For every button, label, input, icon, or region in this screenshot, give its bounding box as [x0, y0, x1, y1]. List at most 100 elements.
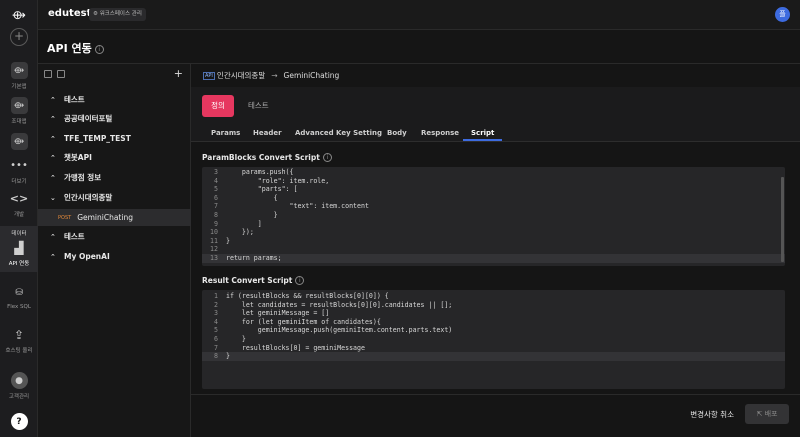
tree-item-label: 테스트: [64, 95, 85, 104]
code-text: geminiMessage.push(geminiItem.content.pa…: [226, 326, 453, 335]
rail-item-second-app[interactable]: ⟴ 조대앱: [0, 97, 38, 125]
duplicate-icon[interactable]: [57, 70, 65, 78]
api-tree-panel: + ⌃ 테스트 ⌃ 공공데이터포털 ⌃ TFE_TEMP_TEST ⌃ 챗봇API ⌃ 가…: [38, 63, 191, 437]
info-icon[interactable]: i: [94, 45, 104, 54]
rail-item-hosting[interactable]: ⇪ 호스팅 올리: [0, 326, 38, 355]
page-title-text: API 연동: [47, 42, 92, 55]
code-text: let geminiMessage = []: [226, 309, 330, 318]
tree-item[interactable]: ⌄ 인간시대의종말: [38, 188, 191, 207]
link-icon: ⟴: [10, 62, 28, 79]
tab-advanced-key-setting[interactable]: Advanced Key Setting: [295, 127, 382, 141]
upload-icon: ⇪: [13, 327, 25, 342]
tree-item[interactable]: ⌃ 가맹점 정보: [38, 168, 191, 187]
avatar[interactable]: 플: [775, 7, 790, 22]
code-icon: <>: [9, 192, 29, 205]
line-number: 6: [214, 334, 218, 343]
tree-item-label: TFE_TEMP_TEST: [64, 134, 131, 143]
rail-item-dev[interactable]: <> 개발: [0, 190, 38, 218]
tab-definition[interactable]: 정의: [202, 95, 234, 117]
rail-item-label: 기본앱: [11, 84, 27, 90]
code-line: 8 }: [202, 211, 785, 220]
param-script-title-text: ParamBlocks Convert Script: [202, 153, 320, 162]
tree-item[interactable]: ⌃ 챗봇API: [38, 148, 191, 167]
result-script-editor[interactable]: 1 if (resultBlocks && resultBlocks[0][0])…: [202, 290, 785, 389]
code-line: 3 let geminiMessage = []: [202, 309, 785, 318]
param-script-editor[interactable]: 3 params.push({4 "role": item.role, 5 "pa…: [202, 167, 785, 266]
rail-item-more[interactable]: ••• 더보기: [0, 157, 38, 185]
code-line: 12: [202, 245, 785, 254]
rail-item-api[interactable]: 데이터 ▟ API 연동: [0, 226, 38, 272]
tree-item-label: 인간시대의종말: [64, 193, 113, 202]
chevron-up-icon: ⌃: [50, 114, 56, 123]
code-lines: 3 params.push({4 "role": item.role, 5 "pa…: [202, 168, 785, 263]
line-number: 4: [214, 176, 218, 185]
code-text: {: [226, 193, 278, 202]
line-number: 11: [210, 236, 218, 245]
tree-sub-item-selected[interactable]: POST GeminiChating: [38, 209, 191, 226]
code-text: params.push({: [226, 168, 294, 176]
sql-icon: ⛁: [15, 287, 23, 298]
line-number: 7: [214, 343, 218, 352]
line-number: 4: [214, 317, 218, 326]
code-line: 10 });: [202, 228, 785, 237]
tab-header[interactable]: Header: [253, 127, 282, 141]
code-text: let candidates = resultBlocks[0][0].cand…: [226, 300, 453, 309]
external-link-icon: ⇱: [756, 410, 763, 418]
tab-body[interactable]: Body: [387, 127, 407, 141]
tree-item[interactable]: ⌃ My OpenAI: [38, 247, 191, 266]
rail-item-customers[interactable]: ● 고객관리: [0, 372, 38, 400]
code-text: "parts": [: [226, 185, 298, 194]
chevron-up-icon: ⌃: [50, 252, 56, 261]
app-title: edutest: [48, 8, 92, 19]
chevron-down-icon: ⌄: [50, 193, 56, 202]
code-line: 6 {: [202, 194, 785, 203]
tab-test[interactable]: 테스트: [248, 95, 269, 117]
code-line: 5 "parts": [: [202, 185, 785, 194]
left-rail: ⟴ + ⟴ 기본앱 ⟴ 조대앱 ⟴ ••• 더보기 <> 개발 데이터 ▟ AP…: [0, 0, 38, 437]
tree-item[interactable]: ⌃ 테스트: [38, 227, 191, 246]
rail-item-third-app[interactable]: ⟴: [0, 133, 38, 153]
tree-item[interactable]: ⌃ TFE_TEMP_TEST: [38, 129, 191, 148]
code-line: 13 return params;: [202, 253, 785, 263]
tab-response[interactable]: Response: [421, 127, 459, 141]
code-line: 7 resultBlocks[0] = geminiMessage: [202, 344, 785, 353]
line-number: 3: [214, 168, 218, 176]
workspace-manage-button[interactable]: ⚙ 워크스페이스 관리: [89, 8, 146, 21]
more-icon: •••: [10, 160, 28, 171]
tab-script[interactable]: Script: [463, 127, 503, 141]
sub-tabs: Params Header Advanced Key Setting Body …: [191, 127, 800, 142]
breadcrumb-parent[interactable]: 인간시대의종말: [217, 70, 265, 81]
mode-tabs: 정의 테스트: [191, 87, 800, 127]
line-number: 5: [214, 185, 218, 194]
rail-item-basic-app[interactable]: ⟴ 기본앱: [0, 62, 38, 90]
tab-params[interactable]: Params: [211, 127, 240, 141]
code-text: "text": item.content: [226, 202, 369, 211]
method-badge: POST: [58, 214, 72, 221]
app-logo-icon[interactable]: ⟴: [10, 6, 28, 24]
result-script-title-text: Result Convert Script: [202, 276, 293, 285]
tree-item[interactable]: ⌃ 테스트: [38, 90, 191, 109]
scrollbar[interactable]: [781, 177, 784, 262]
footer-bar: 변경사항 취소 ⇱ 배포: [191, 394, 800, 437]
add-app-button[interactable]: +: [10, 28, 28, 46]
add-api-button[interactable]: +: [174, 67, 183, 80]
info-icon[interactable]: i: [322, 153, 332, 162]
copy-icon[interactable]: [44, 70, 52, 78]
tree-item-label: My OpenAI: [64, 252, 110, 261]
rail-item-label: Flex SQL: [7, 304, 31, 310]
page-title: API 연동 i: [47, 40, 104, 56]
code-lines: 1 if (resultBlocks && resultBlocks[0][0])…: [202, 292, 785, 361]
gear-icon: ⚙: [93, 11, 98, 17]
code-text: if (resultBlocks && resultBlocks[0][0]) …: [226, 292, 389, 300]
tree-item[interactable]: ⌃ 공공데이터포털: [38, 109, 191, 128]
discard-changes-button[interactable]: 변경사항 취소: [690, 409, 734, 420]
rail-item-flex-sql[interactable]: ⛁ Flex SQL: [0, 284, 38, 311]
rail-item-label: 데이터: [11, 231, 27, 237]
rail-item-label: 더보기: [11, 179, 27, 185]
deploy-button[interactable]: ⇱ 배포: [745, 404, 789, 424]
code-line: 2 let candidates = resultBlocks[0][0].ca…: [202, 301, 785, 310]
code-text: resultBlocks[0] = geminiMessage: [226, 343, 365, 352]
help-button[interactable]: ?: [0, 413, 38, 433]
info-icon[interactable]: i: [295, 276, 305, 285]
code-line: 1 if (resultBlocks && resultBlocks[0][0])…: [202, 292, 785, 301]
